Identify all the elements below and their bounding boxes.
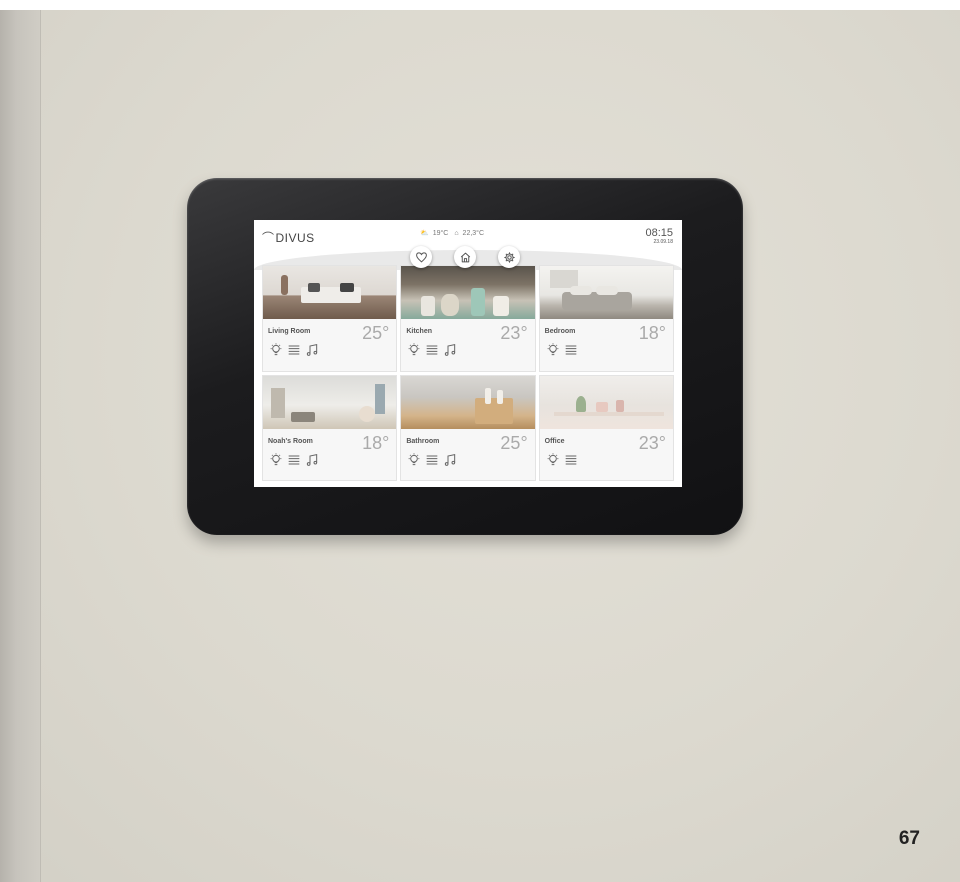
indoor-house-icon: ⌂ [454,230,459,237]
blinds-icon[interactable] [424,452,440,468]
light-bulb-icon[interactable] [545,342,561,358]
room-name: Living Room [268,328,311,335]
room-name: Bedroom [544,328,576,335]
settings-button[interactable] [498,246,520,268]
room-controls [545,342,579,358]
weather-readout: ⛅ 19°C ⌂ 22,3°C [420,229,488,237]
heart-icon [415,251,427,262]
room-grid: Living Room 25° Kitchen 23° Bedroom 18° … [262,265,674,481]
divus-logo: ⌒DIVUS [262,229,315,246]
blinds-icon[interactable] [424,342,440,358]
light-bulb-icon[interactable] [545,452,561,468]
wall-corner [0,10,41,882]
room-temperature: 18° [638,323,666,343]
home-icon [460,252,470,262]
clock-time: 08:15 [645,227,673,239]
clock-date: 23.09.18 [653,239,673,245]
blinds-icon[interactable] [286,452,302,468]
room-tile-bedroom[interactable]: Bedroom 18° [538,265,674,372]
blinds-icon[interactable] [563,342,579,358]
logo-arc-icon: ⌒ [262,231,275,245]
blinds-icon[interactable] [286,342,302,358]
music-note-icon[interactable] [304,452,320,468]
logo-text: DIVUS [275,231,315,245]
room-photo [401,375,535,429]
room-controls [406,342,458,358]
room-name: Kitchen [406,328,432,335]
room-photo [539,375,673,429]
light-bulb-icon[interactable] [406,452,422,468]
room-temperature: 18° [362,432,390,453]
touch-panel-screen: ⌒DIVUS ⛅ 19°C ⌂ 22,3°C 08:15 23.09.18 Livi… [254,220,682,487]
blinds-icon[interactable] [563,452,579,468]
gear-icon [503,251,515,263]
light-bulb-icon[interactable] [268,342,284,358]
room-tile-living-room[interactable]: Living Room 25° [262,265,398,372]
room-photo [263,375,397,429]
indoor-temp: 22,3°C [462,230,485,237]
room-controls [545,452,579,468]
room-controls [268,342,320,358]
home-button[interactable] [454,246,476,268]
room-photo [539,266,673,319]
light-bulb-icon[interactable] [406,342,422,358]
room-tile-kitchen[interactable]: Kitchen 23° [400,265,536,372]
sun-cloud-icon: ⛅ [420,230,429,237]
room-name: Office [544,437,565,445]
clock: 08:15 23.09.18 [645,227,673,245]
room-temperature: 23° [638,432,666,453]
room-tile-office[interactable]: Office 23° [538,374,674,481]
room-controls [406,452,458,468]
room-tile-bathroom[interactable]: Bathroom 25° [400,374,536,481]
room-tile-noahs-room[interactable]: Noah's Room 18° [262,374,398,481]
room-temperature: 25° [500,432,528,453]
room-temperature: 23° [500,323,528,343]
light-bulb-icon[interactable] [268,452,284,468]
music-note-icon[interactable] [304,342,320,358]
page-number: 67 [898,828,920,849]
music-note-icon[interactable] [442,342,458,358]
favorites-button[interactable] [410,246,432,268]
room-name: Noah's Room [268,437,313,445]
outdoor-temp: 19°C [432,230,449,237]
music-note-icon[interactable] [442,452,458,468]
room-photo [263,266,397,319]
room-controls [268,452,320,468]
room-photo [401,266,535,319]
room-name: Bathroom [406,437,440,445]
room-temperature: 25° [362,323,390,343]
